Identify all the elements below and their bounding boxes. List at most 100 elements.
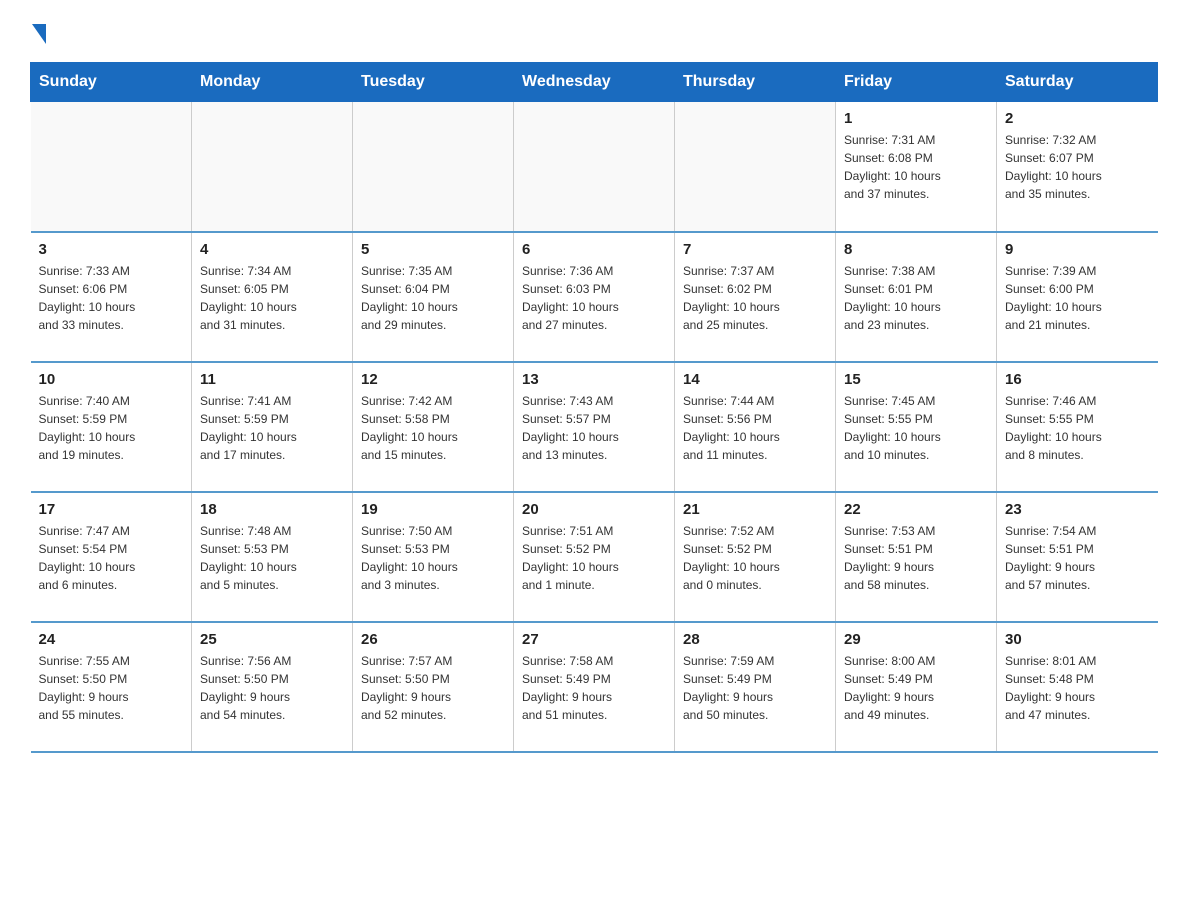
day-info: Sunrise: 7:45 AMSunset: 5:55 PMDaylight:… xyxy=(844,392,988,464)
calendar-cell: 26 Sunrise: 7:57 AMSunset: 5:50 PMDayligh… xyxy=(353,622,514,752)
day-info: Sunrise: 7:48 AMSunset: 5:53 PMDaylight:… xyxy=(200,522,344,594)
day-info: Sunrise: 7:57 AMSunset: 5:50 PMDaylight:… xyxy=(361,652,505,724)
day-number: 29 xyxy=(844,631,988,648)
calendar-cell: 15 Sunrise: 7:45 AMSunset: 5:55 PMDayligh… xyxy=(836,362,997,492)
day-number: 7 xyxy=(683,241,827,258)
day-number: 6 xyxy=(522,241,666,258)
day-number: 25 xyxy=(200,631,344,648)
calendar-table: SundayMondayTuesdayWednesdayThursdayFrid… xyxy=(30,62,1158,753)
calendar-cell: 16 Sunrise: 7:46 AMSunset: 5:55 PMDayligh… xyxy=(997,362,1158,492)
day-number: 24 xyxy=(39,631,184,648)
week-row-1: 1 Sunrise: 7:31 AMSunset: 6:08 PMDaylight… xyxy=(31,102,1158,232)
weekday-header-wednesday: Wednesday xyxy=(514,63,675,102)
day-info: Sunrise: 7:38 AMSunset: 6:01 PMDaylight:… xyxy=(844,262,988,334)
day-info: Sunrise: 7:51 AMSunset: 5:52 PMDaylight:… xyxy=(522,522,666,594)
calendar-cell: 3 Sunrise: 7:33 AMSunset: 6:06 PMDaylight… xyxy=(31,232,192,362)
week-row-2: 3 Sunrise: 7:33 AMSunset: 6:06 PMDaylight… xyxy=(31,232,1158,362)
calendar-cell: 22 Sunrise: 7:53 AMSunset: 5:51 PMDayligh… xyxy=(836,492,997,622)
calendar-cell: 13 Sunrise: 7:43 AMSunset: 5:57 PMDayligh… xyxy=(514,362,675,492)
calendar-cell: 24 Sunrise: 7:55 AMSunset: 5:50 PMDayligh… xyxy=(31,622,192,752)
calendar-cell: 19 Sunrise: 7:50 AMSunset: 5:53 PMDayligh… xyxy=(353,492,514,622)
calendar-cell: 6 Sunrise: 7:36 AMSunset: 6:03 PMDaylight… xyxy=(514,232,675,362)
calendar-body: 1 Sunrise: 7:31 AMSunset: 6:08 PMDaylight… xyxy=(31,102,1158,752)
page-header xyxy=(30,20,1158,44)
day-info: Sunrise: 7:41 AMSunset: 5:59 PMDaylight:… xyxy=(200,392,344,464)
day-number: 28 xyxy=(683,631,827,648)
day-info: Sunrise: 7:50 AMSunset: 5:53 PMDaylight:… xyxy=(361,522,505,594)
calendar-cell: 14Sunrise: 7:44 AMSunset: 5:56 PMDayligh… xyxy=(675,362,836,492)
calendar-cell: 4Sunrise: 7:34 AMSunset: 6:05 PMDaylight… xyxy=(192,232,353,362)
day-number: 17 xyxy=(39,501,184,518)
day-number: 23 xyxy=(1005,501,1150,518)
weekday-header-monday: Monday xyxy=(192,63,353,102)
weekday-header-thursday: Thursday xyxy=(675,63,836,102)
day-info: Sunrise: 7:53 AMSunset: 5:51 PMDaylight:… xyxy=(844,522,988,594)
calendar-cell: 5Sunrise: 7:35 AMSunset: 6:04 PMDaylight… xyxy=(353,232,514,362)
day-number: 2 xyxy=(1005,110,1150,127)
day-number: 11 xyxy=(200,371,344,388)
day-number: 9 xyxy=(1005,241,1150,258)
day-number: 8 xyxy=(844,241,988,258)
day-info: Sunrise: 7:43 AMSunset: 5:57 PMDaylight:… xyxy=(522,392,666,464)
weekday-header-row: SundayMondayTuesdayWednesdayThursdayFrid… xyxy=(31,63,1158,102)
day-number: 12 xyxy=(361,371,505,388)
calendar-cell: 21Sunrise: 7:52 AMSunset: 5:52 PMDayligh… xyxy=(675,492,836,622)
day-number: 27 xyxy=(522,631,666,648)
calendar-header: SundayMondayTuesdayWednesdayThursdayFrid… xyxy=(31,63,1158,102)
day-info: Sunrise: 7:39 AMSunset: 6:00 PMDaylight:… xyxy=(1005,262,1150,334)
day-number: 10 xyxy=(39,371,184,388)
day-number: 21 xyxy=(683,501,827,518)
calendar-cell: 29 Sunrise: 8:00 AMSunset: 5:49 PMDayligh… xyxy=(836,622,997,752)
calendar-cell xyxy=(353,102,514,232)
day-info: Sunrise: 7:33 AMSunset: 6:06 PMDaylight:… xyxy=(39,262,184,334)
week-row-5: 24 Sunrise: 7:55 AMSunset: 5:50 PMDayligh… xyxy=(31,622,1158,752)
day-number: 26 xyxy=(361,631,505,648)
day-info: Sunrise: 7:59 AMSunset: 5:49 PMDaylight:… xyxy=(683,652,827,724)
day-info: Sunrise: 7:31 AMSunset: 6:08 PMDaylight:… xyxy=(844,131,988,203)
calendar-cell: 7 Sunrise: 7:37 AMSunset: 6:02 PMDaylight… xyxy=(675,232,836,362)
calendar-cell: 11 Sunrise: 7:41 AMSunset: 5:59 PMDayligh… xyxy=(192,362,353,492)
weekday-header-sunday: Sunday xyxy=(31,63,192,102)
calendar-cell xyxy=(192,102,353,232)
weekday-header-saturday: Saturday xyxy=(997,63,1158,102)
day-info: Sunrise: 7:46 AMSunset: 5:55 PMDaylight:… xyxy=(1005,392,1150,464)
day-info: Sunrise: 7:32 AMSunset: 6:07 PMDaylight:… xyxy=(1005,131,1150,203)
day-number: 20 xyxy=(522,501,666,518)
calendar-cell: 30Sunrise: 8:01 AMSunset: 5:48 PMDayligh… xyxy=(997,622,1158,752)
day-info: Sunrise: 7:47 AMSunset: 5:54 PMDaylight:… xyxy=(39,522,184,594)
day-number: 22 xyxy=(844,501,988,518)
day-number: 19 xyxy=(361,501,505,518)
calendar-cell: 27 Sunrise: 7:58 AMSunset: 5:49 PMDayligh… xyxy=(514,622,675,752)
day-number: 16 xyxy=(1005,371,1150,388)
day-info: Sunrise: 7:34 AMSunset: 6:05 PMDaylight:… xyxy=(200,262,344,334)
day-number: 3 xyxy=(39,241,184,258)
day-info: Sunrise: 7:54 AMSunset: 5:51 PMDaylight:… xyxy=(1005,522,1150,594)
logo-triangle-icon xyxy=(32,24,46,44)
calendar-cell: 28 Sunrise: 7:59 AMSunset: 5:49 PMDayligh… xyxy=(675,622,836,752)
calendar-cell: 1 Sunrise: 7:31 AMSunset: 6:08 PMDaylight… xyxy=(836,102,997,232)
week-row-3: 10Sunrise: 7:40 AMSunset: 5:59 PMDayligh… xyxy=(31,362,1158,492)
day-info: Sunrise: 8:00 AMSunset: 5:49 PMDaylight:… xyxy=(844,652,988,724)
calendar-cell: 18Sunrise: 7:48 AMSunset: 5:53 PMDayligh… xyxy=(192,492,353,622)
day-info: Sunrise: 7:55 AMSunset: 5:50 PMDaylight:… xyxy=(39,652,184,724)
day-info: Sunrise: 7:35 AMSunset: 6:04 PMDaylight:… xyxy=(361,262,505,334)
day-info: Sunrise: 7:44 AMSunset: 5:56 PMDaylight:… xyxy=(683,392,827,464)
logo-text xyxy=(30,20,46,44)
day-info: Sunrise: 7:58 AMSunset: 5:49 PMDaylight:… xyxy=(522,652,666,724)
weekday-header-friday: Friday xyxy=(836,63,997,102)
calendar-cell: 12 Sunrise: 7:42 AMSunset: 5:58 PMDayligh… xyxy=(353,362,514,492)
day-number: 30 xyxy=(1005,631,1150,648)
calendar-cell: 8 Sunrise: 7:38 AMSunset: 6:01 PMDaylight… xyxy=(836,232,997,362)
day-info: Sunrise: 7:37 AMSunset: 6:02 PMDaylight:… xyxy=(683,262,827,334)
day-number: 15 xyxy=(844,371,988,388)
day-info: Sunrise: 7:36 AMSunset: 6:03 PMDaylight:… xyxy=(522,262,666,334)
calendar-cell: 23 Sunrise: 7:54 AMSunset: 5:51 PMDayligh… xyxy=(997,492,1158,622)
day-info: Sunrise: 7:42 AMSunset: 5:58 PMDaylight:… xyxy=(361,392,505,464)
calendar-cell: 17 Sunrise: 7:47 AMSunset: 5:54 PMDayligh… xyxy=(31,492,192,622)
calendar-cell: 20 Sunrise: 7:51 AMSunset: 5:52 PMDayligh… xyxy=(514,492,675,622)
day-number: 13 xyxy=(522,371,666,388)
calendar-cell xyxy=(514,102,675,232)
day-info: Sunrise: 7:56 AMSunset: 5:50 PMDaylight:… xyxy=(200,652,344,724)
weekday-header-tuesday: Tuesday xyxy=(353,63,514,102)
day-number: 1 xyxy=(844,110,988,127)
